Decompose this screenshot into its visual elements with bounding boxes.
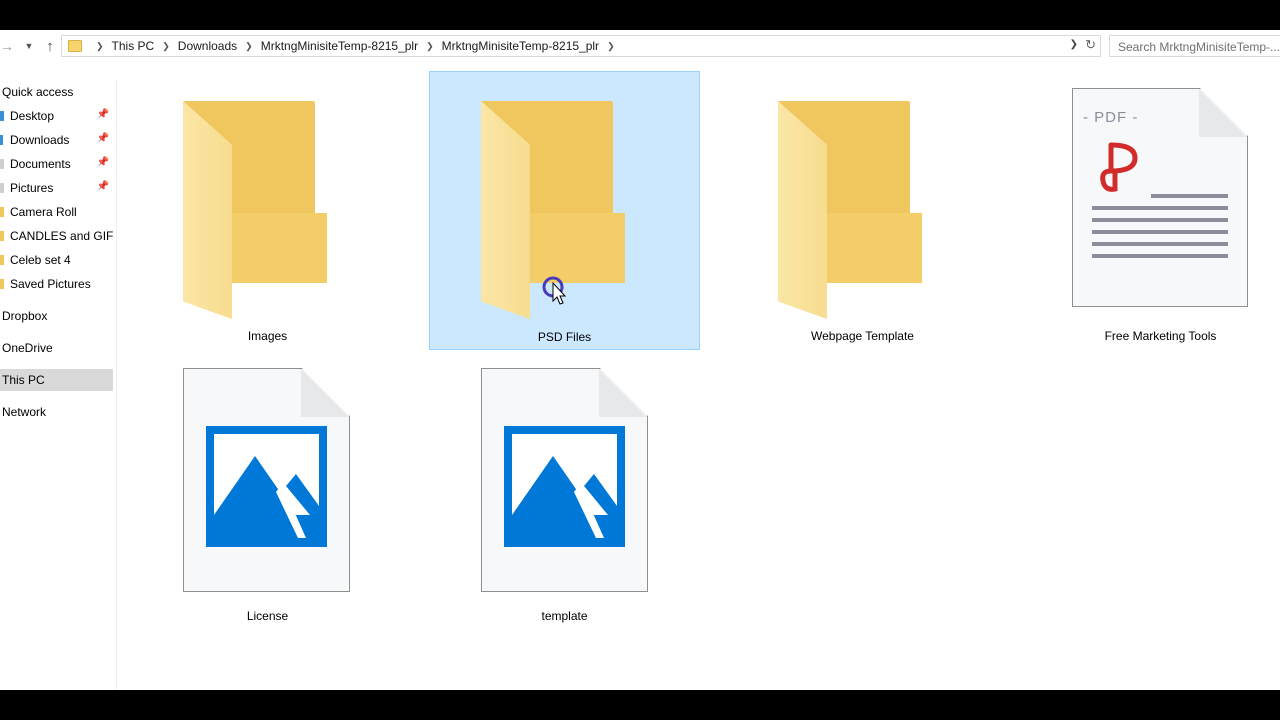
sidebar-item-celeb-set-4[interactable]: Celeb set 4 bbox=[0, 249, 113, 271]
sidebar-item-label: Documents bbox=[10, 157, 71, 171]
sidebar-item-label: CANDLES and GIFTS bbox=[10, 229, 113, 243]
sidebar-item-onedrive[interactable]: OneDrive bbox=[0, 337, 113, 359]
sidebar-item-label: Network bbox=[2, 405, 47, 419]
forward-arrow-icon[interactable]: → bbox=[0, 36, 14, 56]
picture-icon bbox=[504, 426, 625, 547]
chevron-right-icon[interactable]: ❯ bbox=[162, 41, 170, 52]
file-name: Free Marketing Tools bbox=[1104, 329, 1217, 343]
sidebar-item-label: Dropbox bbox=[2, 309, 48, 323]
image-file-icon bbox=[183, 368, 350, 592]
pin-icon[interactable]: 📌 bbox=[97, 109, 109, 120]
pin-icon[interactable]: 📌 bbox=[97, 181, 109, 192]
address-row: → ▼ ↑ ❯ This PC ❯ Downloads ❯ MrktngMini… bbox=[0, 30, 1280, 63]
sidebar-item-label: Desktop bbox=[10, 109, 55, 123]
sidebar-item-network[interactable]: Network bbox=[0, 401, 113, 423]
sidebar-item-downloads[interactable]: Downloads 📌 bbox=[0, 129, 113, 151]
sidebar-item-label: OneDrive bbox=[2, 341, 53, 355]
navigation-pane: Quick access Desktop 📌 Downloads 📌 Docum… bbox=[0, 80, 117, 690]
file-item-webpage-template[interactable]: Webpage Template bbox=[727, 71, 998, 350]
file-name: template bbox=[541, 609, 588, 623]
breadcrumb-folder-1[interactable]: MrktngMinisiteTemp-8215_plr bbox=[261, 39, 418, 53]
folder-icon bbox=[0, 255, 4, 265]
sidebar-item-label: Saved Pictures bbox=[10, 277, 91, 291]
sidebar-item-label: This PC bbox=[2, 373, 45, 387]
sidebar-item-pictures[interactable]: Pictures 📌 bbox=[0, 177, 113, 199]
pictures-icon bbox=[0, 183, 4, 193]
pin-icon[interactable]: 📌 bbox=[97, 133, 109, 144]
recent-locations-chevron-icon[interactable]: ▼ bbox=[22, 36, 36, 56]
sidebar-item-documents[interactable]: Documents 📌 bbox=[0, 153, 113, 175]
folder-icon bbox=[68, 40, 82, 52]
chevron-right-icon[interactable]: ❯ bbox=[607, 41, 615, 52]
file-name: Images bbox=[247, 329, 288, 343]
pdf-label: - PDF - bbox=[1083, 109, 1139, 126]
file-name: License bbox=[246, 609, 289, 623]
breadcrumb-downloads[interactable]: Downloads bbox=[178, 39, 237, 53]
file-item-license[interactable]: License bbox=[132, 351, 403, 630]
downloads-icon bbox=[0, 135, 3, 145]
file-item-template[interactable]: template bbox=[429, 351, 700, 630]
breadcrumb-this-pc[interactable]: This PC bbox=[112, 39, 155, 53]
refresh-icon[interactable]: ↻ bbox=[1085, 37, 1096, 53]
desktop-icon bbox=[0, 111, 4, 121]
mouse-cursor-icon bbox=[542, 276, 567, 305]
file-explorer-window: → ▼ ↑ ❯ This PC ❯ Downloads ❯ MrktngMini… bbox=[0, 30, 1280, 690]
address-dropdown-icon[interactable]: ❯ bbox=[1070, 39, 1078, 50]
sidebar-item-this-pc[interactable]: This PC bbox=[0, 369, 113, 391]
sidebar-quick-access[interactable]: Quick access bbox=[0, 81, 113, 103]
sidebar-item-camera-roll[interactable]: Camera Roll bbox=[0, 201, 113, 223]
folder-icon bbox=[0, 231, 4, 241]
sidebar-item-label: Camera Roll bbox=[10, 205, 77, 219]
chevron-right-icon[interactable]: ❯ bbox=[96, 41, 104, 52]
up-arrow-icon[interactable]: ↑ bbox=[40, 36, 60, 56]
sidebar-item-saved-pictures[interactable]: Saved Pictures bbox=[0, 273, 113, 295]
file-view: Images PSD Files Webpage Template - PDF … bbox=[117, 63, 1280, 690]
sidebar-item-candles-and-gifts[interactable]: CANDLES and GIFTS bbox=[0, 225, 113, 247]
sidebar-item-label: Quick access bbox=[2, 85, 74, 99]
documents-icon bbox=[0, 159, 4, 169]
pin-icon[interactable]: 📌 bbox=[97, 157, 109, 168]
file-name: Webpage Template bbox=[811, 329, 914, 343]
file-item-images[interactable]: Images bbox=[132, 71, 403, 350]
file-item-free-marketing-tools[interactable]: - PDF - Free Marketing Tools bbox=[1025, 71, 1280, 350]
sidebar-item-dropbox[interactable]: Dropbox bbox=[0, 305, 113, 327]
address-bar[interactable]: ❯ This PC ❯ Downloads ❯ MrktngMinisiteTe… bbox=[61, 35, 1101, 57]
pdf-logo-icon bbox=[1099, 141, 1147, 195]
file-item-psd-files[interactable]: PSD Files bbox=[429, 71, 700, 350]
sidebar-item-label: Celeb set 4 bbox=[10, 253, 71, 267]
picture-icon bbox=[206, 426, 327, 547]
sidebar-item-label: Pictures bbox=[10, 181, 54, 195]
sidebar-item-desktop[interactable]: Desktop 📌 bbox=[0, 105, 113, 127]
file-name: PSD Files bbox=[537, 330, 592, 344]
pdf-file-icon: - PDF - bbox=[1072, 88, 1248, 307]
chevron-right-icon[interactable]: ❯ bbox=[245, 41, 253, 52]
folder-icon bbox=[0, 207, 4, 217]
folder-icon bbox=[0, 279, 4, 289]
image-file-icon bbox=[481, 368, 648, 592]
search-input[interactable]: Search MrktngMinisiteTemp-... bbox=[1109, 35, 1280, 57]
breadcrumb-folder-2[interactable]: MrktngMinisiteTemp-8215_plr bbox=[442, 39, 599, 53]
sidebar-item-label: Downloads bbox=[10, 133, 70, 147]
chevron-right-icon[interactable]: ❯ bbox=[426, 41, 434, 52]
